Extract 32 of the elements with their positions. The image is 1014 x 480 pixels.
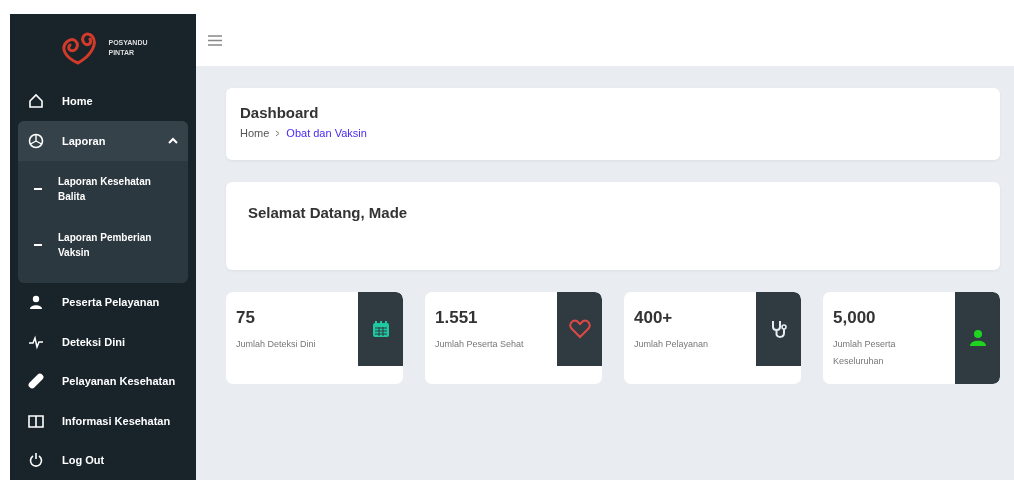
- stat-label: Jumlah Peserta Keseluruhan: [833, 338, 897, 368]
- stat-label: Jumlah Deteksi Dini: [236, 338, 317, 351]
- breadcrumb-link[interactable]: Obat dan Vaksin: [286, 127, 367, 139]
- stat-value: 75: [236, 308, 256, 328]
- book-icon: [28, 412, 44, 429]
- stat-value: 1.551: [435, 308, 479, 328]
- chevron-icon: [168, 137, 178, 145]
- submenu-item[interactable]: Laporan Pemberian Vaksin: [18, 216, 188, 273]
- stat-label: Jumlah Peserta Sehat: [435, 338, 525, 351]
- user-icon: [28, 294, 44, 311]
- power-icon: [28, 452, 44, 469]
- breadcrumb-link[interactable]: Home: [240, 127, 270, 139]
- sidebar-item[interactable]: Deteksi Dini: [18, 322, 188, 362]
- sidebar-item[interactable]: Laporan: [18, 120, 188, 161]
- stat-label: Jumlah Pelayanan: [634, 338, 710, 351]
- sidebar-item[interactable]: Informasi Kesehatan: [18, 401, 188, 441]
- dash-icon: [34, 243, 42, 246]
- sidebar-item[interactable]: Peserta Pelayanan: [18, 282, 188, 323]
- stat-value: 400+: [634, 308, 674, 328]
- submenu-item[interactable]: Laporan Kesehatan Balita: [18, 160, 188, 217]
- stat-value: 5,000: [833, 308, 877, 328]
- home-icon: [28, 92, 44, 109]
- menu-icon[interactable]: [208, 34, 222, 46]
- chevron-icon: [275, 129, 281, 137]
- bandage-icon: [28, 373, 44, 390]
- sidebar-item[interactable]: Log Out: [18, 440, 188, 480]
- welcome-text: Selamat Datang, Made: [248, 204, 408, 221]
- dash-icon: [34, 187, 42, 190]
- sidebar-item[interactable]: Pelayanan Kesehatan: [18, 361, 188, 402]
- sidebar-item[interactable]: Home: [18, 81, 188, 121]
- page-title: Dashboard: [240, 104, 320, 121]
- pie-chart-icon: [28, 132, 44, 149]
